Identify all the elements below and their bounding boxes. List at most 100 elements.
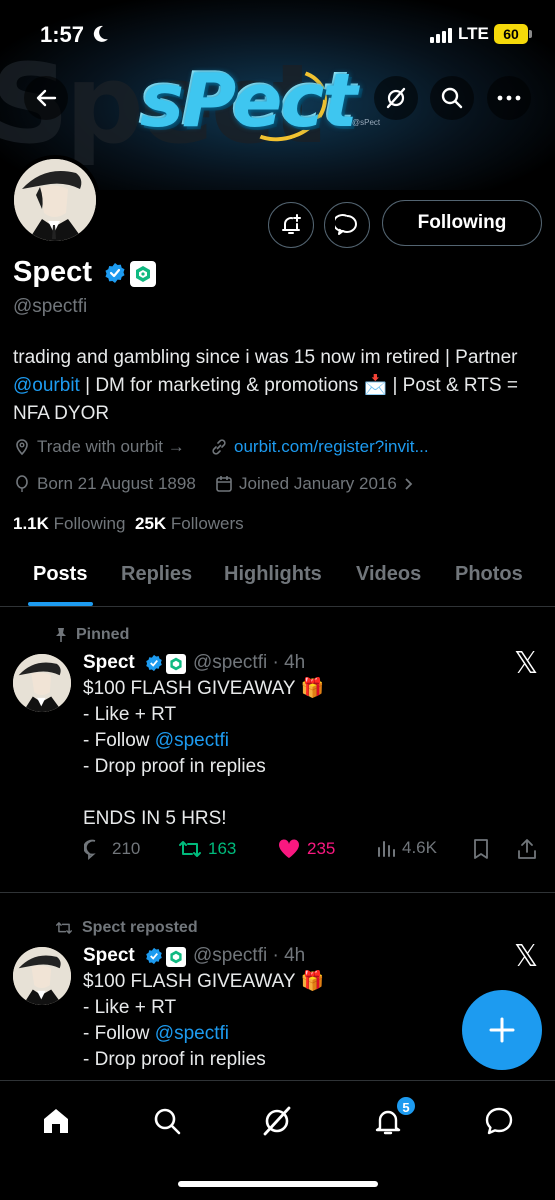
post-divider [0,892,555,893]
pinned-text: Pinned [76,626,130,643]
profile-avatar[interactable] [10,155,100,245]
pin-icon [56,628,66,642]
profile-website[interactable]: ourbit.com/register?invit... [210,437,429,457]
post-line: - Drop proof in replies [83,1049,266,1070]
bio-text: trading and gambling since i was 15 now … [13,347,518,368]
followers-label: Followers [170,514,244,533]
views-count: 4.6K [402,838,437,857]
share-icon [518,839,536,859]
post-text: $100 FLASH GIVEAWAY 🎁 - Like + RT - Foll… [83,969,523,1073]
grok-icon [263,1106,291,1136]
affiliate-badge-icon [166,654,186,674]
post-line: - Like + RT [83,997,177,1018]
heart-icon [278,839,300,858]
verified-badge-icon [104,262,126,289]
post-line: - Follow @spectfi [83,1021,523,1047]
followers-count: 25K [135,514,167,533]
profile-bio: trading and gambling since i was 15 now … [13,344,533,428]
compose-post-button[interactable] [462,990,542,1070]
reply-count: 210 [112,839,141,858]
nav-home[interactable] [36,1101,76,1141]
post-line: - Drop proof in replies [83,756,266,777]
chevron-right-icon [405,478,413,490]
verified-badge-icon [145,654,163,677]
post-avatar[interactable] [13,654,71,712]
post-item[interactable]: Pinned Spect @spectfi · 4h 𝕏 $100 FLASH … [0,622,555,892]
joined-text: Joined January 2016 [239,474,397,493]
repost-button[interactable]: 163 [178,838,236,860]
profile-location: Trade with ourbit → [13,437,185,457]
message-button[interactable] [324,202,370,248]
banner-logo-text: sPect [140,58,358,144]
post-author-name[interactable]: Spect [83,945,135,967]
active-tab-indicator [28,602,93,606]
repost-count: 163 [208,839,237,858]
share-button[interactable] [516,838,538,860]
post-item[interactable]: Spect reposted Spect @spectfi · 4h 𝕏 $10… [0,915,555,1085]
network-label: LTE [458,24,489,43]
bookmark-icon [474,839,488,859]
link-icon [212,439,226,455]
nav-explore[interactable] [147,1101,187,1141]
following-label: Following [53,514,126,533]
following-count: 1.1K [13,514,49,533]
post-line: - Follow @spectfi [83,728,523,754]
bio-text-end: | DM for marketing & promotions 📩 | Post… [13,375,518,424]
bookmark-button[interactable] [472,838,490,860]
search-button[interactable] [430,76,474,120]
post-line: $100 FLASH GIVEAWAY 🎁 [83,678,325,699]
subscribe-notifications-button[interactable] [268,202,314,248]
back-button[interactable] [24,76,68,120]
balloon-icon [16,475,28,492]
grok-button[interactable] [374,76,418,120]
calendar-icon [216,476,232,492]
profile-joined[interactable]: Joined January 2016 [215,474,415,494]
post-line: $100 FLASH GIVEAWAY 🎁 [83,971,325,992]
followers-count-link[interactable]: 25K Followers [135,514,244,534]
tab-highlights[interactable]: Highlights [224,563,322,586]
like-button[interactable]: 235 [277,838,335,860]
following-count-link[interactable]: 1.1K Following [13,514,125,534]
bio-mention-link[interactable]: @ourbit [13,375,80,396]
bell-plus-icon [282,214,301,234]
affiliate-badge-icon[interactable] [130,261,156,287]
post-handle-time: @spectfi · 4h [193,652,306,673]
battery-icon: 60 [494,24,532,44]
tab-posts[interactable]: Posts [33,563,87,586]
tab-replies[interactable]: Replies [121,563,192,586]
post-actions: 210 163 235 4.6K [84,838,544,868]
post-line-text: - Follow [83,1023,155,1044]
home-icon [44,1109,68,1133]
more-button[interactable] [487,76,531,120]
nav-grok[interactable] [257,1101,297,1141]
more-icon [497,95,521,101]
verified-badge-icon [145,947,163,970]
post-mention-link[interactable]: @spectfi [155,730,229,751]
post-avatar[interactable] [13,947,71,1005]
reply-button[interactable]: 210 [84,838,140,860]
profile-name: Spect [13,256,92,288]
repost-icon [56,922,73,934]
tab-videos[interactable]: Videos [356,563,421,586]
like-count: 235 [307,839,336,858]
location-pin-icon [16,439,28,456]
views-bar-chart-icon [378,841,395,857]
post-line-text: - Follow [83,730,155,751]
back-arrow-icon [36,89,57,107]
notification-badge: 5 [395,1095,417,1117]
repost-context: Spect reposted [54,919,198,937]
nav-messages[interactable] [479,1101,519,1141]
signal-icon [430,28,452,43]
chat-bubble-icon [335,214,357,235]
views-button[interactable]: 4.6K [376,838,437,858]
post-line: - Like + RT [83,704,177,725]
affiliate-badge-icon [166,947,186,967]
reply-icon [84,839,96,860]
following-button[interactable]: Following [382,200,542,246]
chat-bubble-icon [485,1107,513,1135]
search-icon [441,87,463,109]
tab-photos[interactable]: Photos [455,563,523,586]
website-link[interactable]: ourbit.com/register?invit... [234,437,429,457]
post-author-name[interactable]: Spect [83,652,135,674]
post-mention-link[interactable]: @spectfi [155,1023,229,1044]
